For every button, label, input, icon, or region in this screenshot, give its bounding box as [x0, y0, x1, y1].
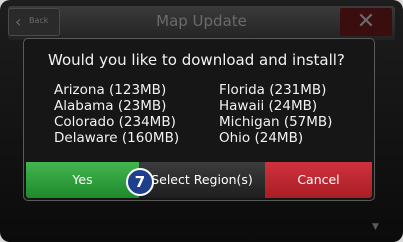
list-item: Arizona (123MB)	[54, 82, 167, 98]
step-number-badge: 7	[126, 168, 154, 196]
list-item: Alabama (23MB)	[54, 98, 167, 114]
list-item: Hawaii (24MB)	[219, 98, 318, 114]
back-button[interactable]: ‹ Back	[8, 8, 60, 36]
list-item: Delaware (160MB)	[54, 130, 180, 146]
list-item: Colorado (234MB)	[54, 114, 176, 130]
yes-button[interactable]: Yes	[26, 162, 139, 198]
close-button[interactable]: ✕	[340, 8, 392, 36]
chevron-left-icon: ‹	[15, 12, 22, 31]
close-icon: ✕	[356, 9, 376, 34]
region-list-left: Arizona (123MB) Alabama (23MB) Colorado …	[54, 82, 179, 146]
cancel-button[interactable]: Cancel	[265, 162, 372, 198]
screen: ‹ Back Map Update ✕ Would you like to do…	[0, 0, 403, 242]
dialog-question: Would you like to download and install?	[48, 51, 345, 69]
page-title: Map Update	[156, 12, 247, 30]
list-item: Florida (231MB)	[219, 82, 327, 98]
list-item: Ohio (24MB)	[219, 130, 304, 146]
download-dialog: Would you like to download and install? …	[23, 38, 375, 201]
list-item: Michigan (57MB)	[219, 114, 333, 130]
select-region-button[interactable]: Select Region(s)	[139, 162, 265, 198]
back-label: Back	[29, 16, 49, 25]
scroll-down-icon[interactable]: ▼	[372, 222, 379, 232]
region-list-right: Florida (231MB) Hawaii (24MB) Michigan (…	[219, 82, 332, 146]
dialog-button-row: Yes Select Region(s) Cancel	[24, 162, 374, 198]
